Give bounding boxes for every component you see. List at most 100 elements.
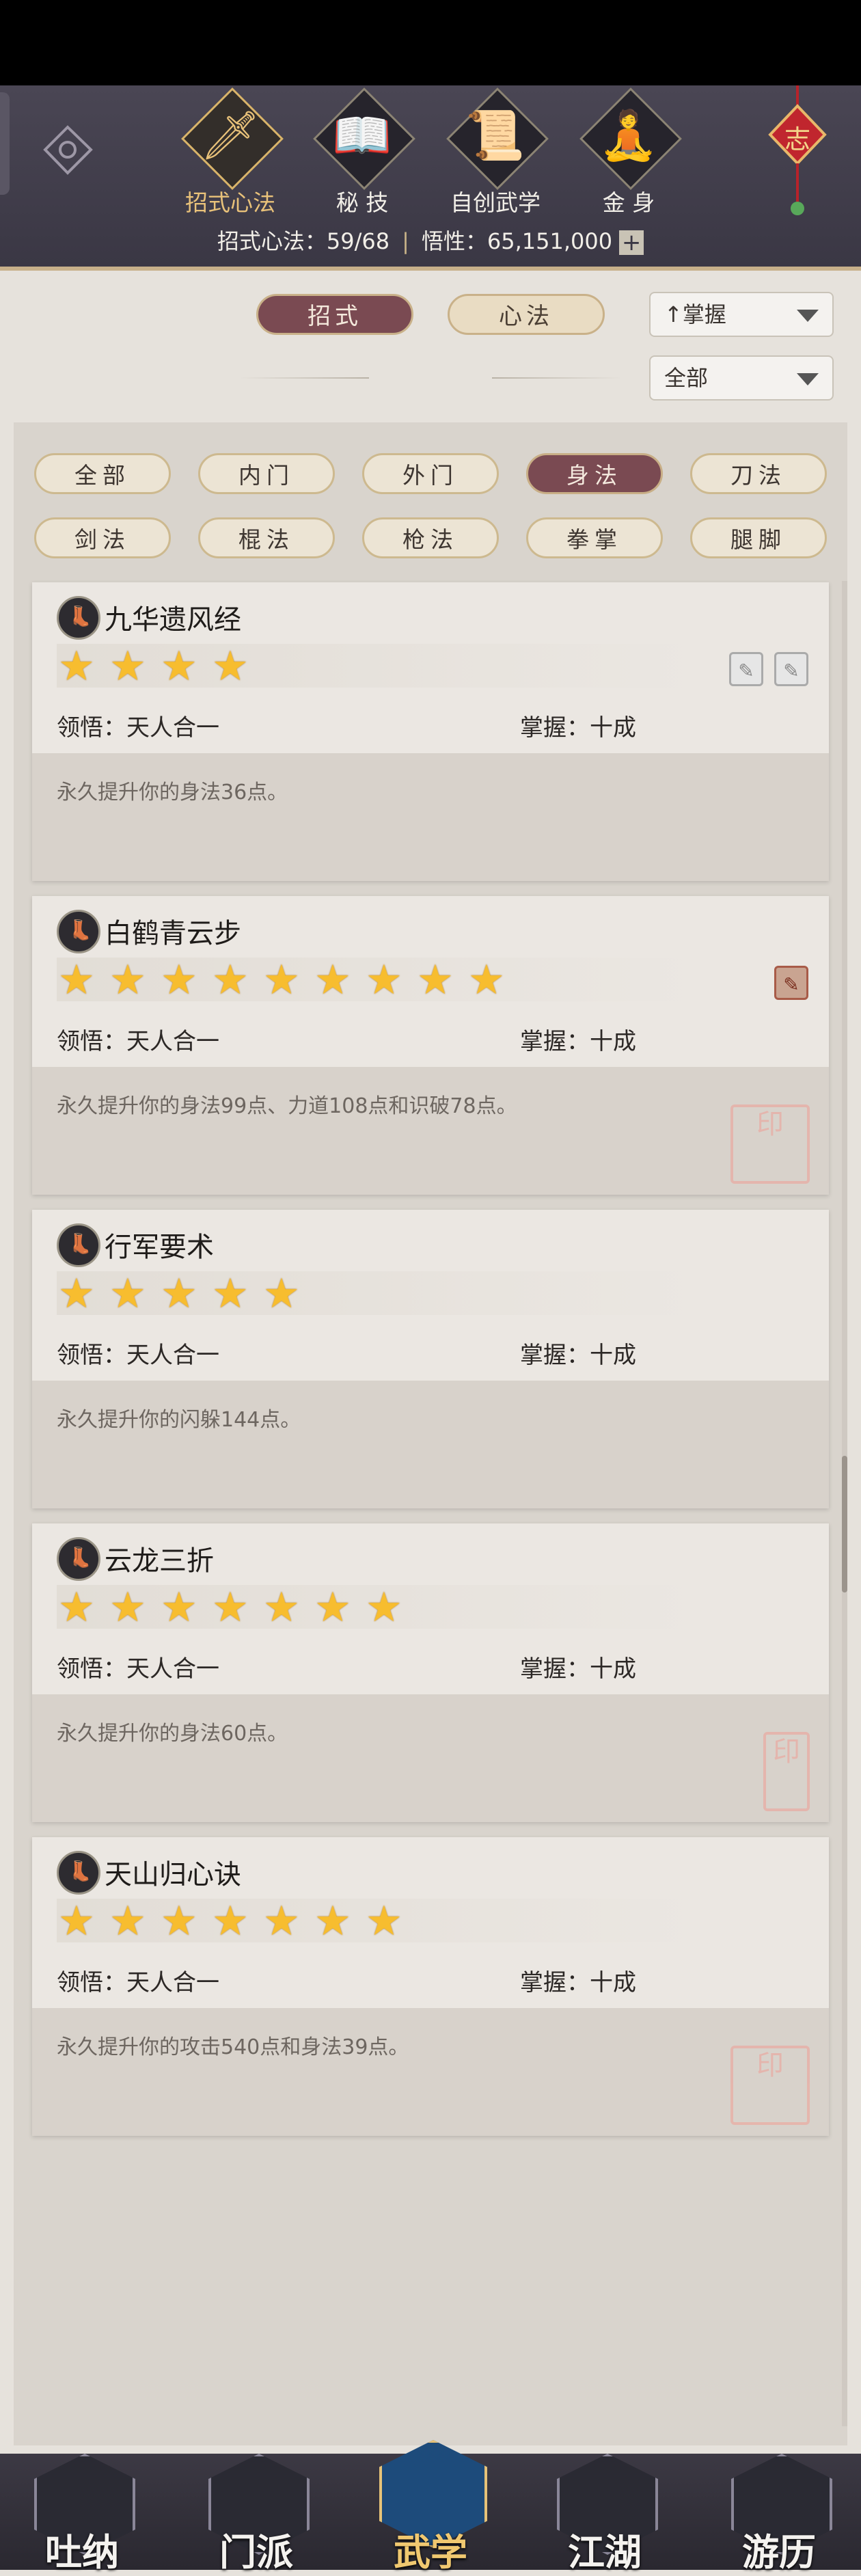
red-seal-stamp-icon: 印 [730, 1104, 810, 1184]
star-icon: ★ [109, 956, 146, 1004]
sort-select[interactable]: ↑掌握 [649, 292, 834, 337]
bottom-nav-tuna[interactable]: 吐纳 [7, 2454, 157, 2574]
category-chip-waimen[interactable]: 外门 [362, 453, 499, 494]
knot-character: 志 [784, 124, 810, 154]
star-icon: ★ [161, 642, 197, 690]
star-icon: ★ [109, 1897, 146, 1945]
star-icon: ★ [212, 1584, 249, 1631]
skill-card[interactable]: 👢 天山归心诀 ★ ★ ★ ★ ★ ★ ★ 领悟：天人合一 掌握：十成 永久提升你的攻击54… [32, 1837, 829, 2136]
star-rating: ★ ★ ★ ★ ★ [58, 1270, 314, 1318]
divider-ornament-right [492, 377, 622, 379]
star-icon: ★ [263, 1584, 300, 1631]
star-icon: ★ [58, 642, 95, 690]
star-icon: ★ [314, 1584, 351, 1631]
category-chip-neimen[interactable]: 内门 [198, 453, 335, 494]
mastery-text: 掌握：十成 [520, 1342, 636, 1369]
category-chip-gunfa[interactable]: 棍法 [198, 517, 335, 558]
bottom-nav-jianghu[interactable]: 江湖 [530, 2454, 680, 2574]
skill-card[interactable]: 👢 行军要术 ★ ★ ★ ★ ★ 领悟：天人合一 掌握：十成 永久提升你的闪躲144点。 [32, 1210, 829, 1508]
category-chip-shenfa[interactable]: 身法 [526, 453, 663, 494]
nav-label-zhaoshi[interactable]: 招式心法 [162, 185, 299, 217]
skill-description: 永久提升你的身法99点、力道108点和识破78点。 [57, 1094, 517, 1118]
skill-description: 永久提升你的攻击540点和身法39点。 [57, 2035, 409, 2059]
tab-xinfa[interactable]: 心法 [448, 294, 605, 335]
movement-skill-icon: 👢 [57, 910, 100, 953]
card-desc-area [32, 753, 829, 881]
comprehension-text: 领悟：天人合一 [57, 1969, 219, 1996]
star-icon: ★ [212, 642, 249, 690]
skill-card[interactable]: 👢 云龙三折 ★ ★ ★ ★ ★ ★ ★ 领悟：天人合一 掌握：十成 永久提升你的身法60点… [32, 1523, 829, 1822]
card-desc-area [32, 1067, 829, 1195]
star-rating: ★ ★ ★ ★ ★ ★ ★ ★ ★ [58, 956, 519, 1004]
chinese-knot-icon[interactable]: 志 [767, 85, 828, 222]
category-chip-jianfa[interactable]: 剑法 [34, 517, 171, 558]
nav-label-jinshen[interactable]: 金 身 [560, 185, 697, 217]
category-chip-tuijiao[interactable]: 腿脚 [690, 517, 827, 558]
star-icon: ★ [161, 1897, 197, 1945]
filter-select[interactable]: 全部 [649, 355, 834, 401]
category-chip-qiangfa[interactable]: 枪法 [362, 517, 499, 558]
sort-select-value: ↑掌握 [664, 301, 726, 327]
star-icon: ★ [366, 956, 402, 1004]
movement-skill-icon: 👢 [57, 1851, 100, 1895]
scrollbar-thumb[interactable] [842, 1456, 847, 1592]
filter-select-value: 全部 [664, 365, 709, 391]
red-seal-stamp-icon: 印 [730, 2046, 810, 2125]
chevron-down-icon [797, 310, 819, 322]
star-icon: ★ [366, 1584, 402, 1631]
movement-skill-icon: 👢 [57, 1537, 100, 1581]
skill-description: 永久提升你的身法36点。 [57, 781, 288, 804]
insight-label: 悟性： [421, 228, 487, 254]
comprehension-text: 领悟：天人合一 [57, 714, 219, 742]
star-icon: ★ [468, 956, 505, 1004]
status-bar [0, 0, 861, 85]
add-insight-button[interactable]: + [619, 230, 644, 255]
category-chip-quanbu[interactable]: 全部 [34, 453, 171, 494]
tab-zhaoshi[interactable]: 招式 [256, 294, 413, 335]
movement-skill-icon: 👢 [57, 1223, 100, 1267]
card-desc-area [32, 1381, 829, 1508]
divider: | [402, 228, 409, 254]
star-icon: ★ [161, 1270, 197, 1318]
nav-zhaoshi-sword-icon[interactable]: 🗡 [179, 87, 284, 195]
skill-name: 行军要术 [105, 1232, 214, 1263]
skill-card[interactable]: 👢 白鹤青云步 ★ ★ ★ ★ ★ ★ ★ ★ ★ ✎ 领悟：天人合一 掌握：十成 永久提升你的… [32, 896, 829, 1195]
star-icon: ★ [58, 1584, 95, 1631]
red-seal-stamp-icon: 印 [763, 1732, 810, 1811]
card-desc-area [32, 2008, 829, 2136]
nav-jinshen-meditation-icon[interactable]: 🧘 [577, 87, 682, 195]
menu-diamond-icon[interactable] [42, 124, 94, 176]
skill-description: 永久提升你的身法60点。 [57, 1722, 288, 1746]
comprehension-text: 领悟：天人合一 [57, 1028, 219, 1055]
insight-value: 65,151,000 [487, 228, 613, 254]
mastery-text: 掌握：十成 [520, 714, 636, 742]
star-icon: ★ [263, 1897, 300, 1945]
mastery-text: 掌握：十成 [520, 1655, 636, 1683]
mastery-text: 掌握：十成 [520, 1969, 636, 1996]
bottom-nav-label: 武学 [394, 2530, 467, 2574]
star-icon: ★ [109, 1584, 146, 1631]
back-tab[interactable] [0, 92, 10, 195]
nav-label-zichuang[interactable]: 自创武学 [427, 185, 564, 217]
skill-name: 白鹤青云步 [105, 918, 241, 949]
chevron-down-icon [797, 373, 819, 385]
nav-miji-book-icon[interactable]: 📖 [311, 87, 415, 195]
bottom-nav-youli[interactable]: 游历 [704, 2454, 854, 2574]
gray-badge-icon: ✎ [774, 652, 808, 686]
bottom-nav-label: 游历 [742, 2530, 816, 2574]
divider-ornament-left [239, 377, 369, 379]
category-chip-daofa[interactable]: 刀法 [690, 453, 827, 494]
mastery-text: 掌握：十成 [520, 1028, 636, 1055]
star-icon: ★ [58, 1270, 95, 1318]
skill-name: 天山归心诀 [105, 1859, 241, 1890]
bottom-nav-menpai[interactable]: 门派 [181, 2454, 331, 2574]
skills-value: 59/68 [326, 228, 390, 254]
skill-card[interactable]: 👢 九华遗风经 ★ ★ ★ ★ ✎ ✎ 领悟：天人合一 掌握：十成 永久提升你的身法3… [32, 582, 829, 881]
nav-zichuang-scroll-icon[interactable]: 📜 [444, 87, 549, 195]
category-chip-quanzhang[interactable]: 拳掌 [526, 517, 663, 558]
star-icon: ★ [58, 956, 95, 1004]
nav-label-miji[interactable]: 秘 技 [294, 185, 430, 217]
star-icon: ★ [161, 956, 197, 1004]
bottom-nav-wuxue[interactable]: 武学 [355, 2440, 506, 2574]
bottom-nav-label: 江湖 [568, 2530, 642, 2574]
